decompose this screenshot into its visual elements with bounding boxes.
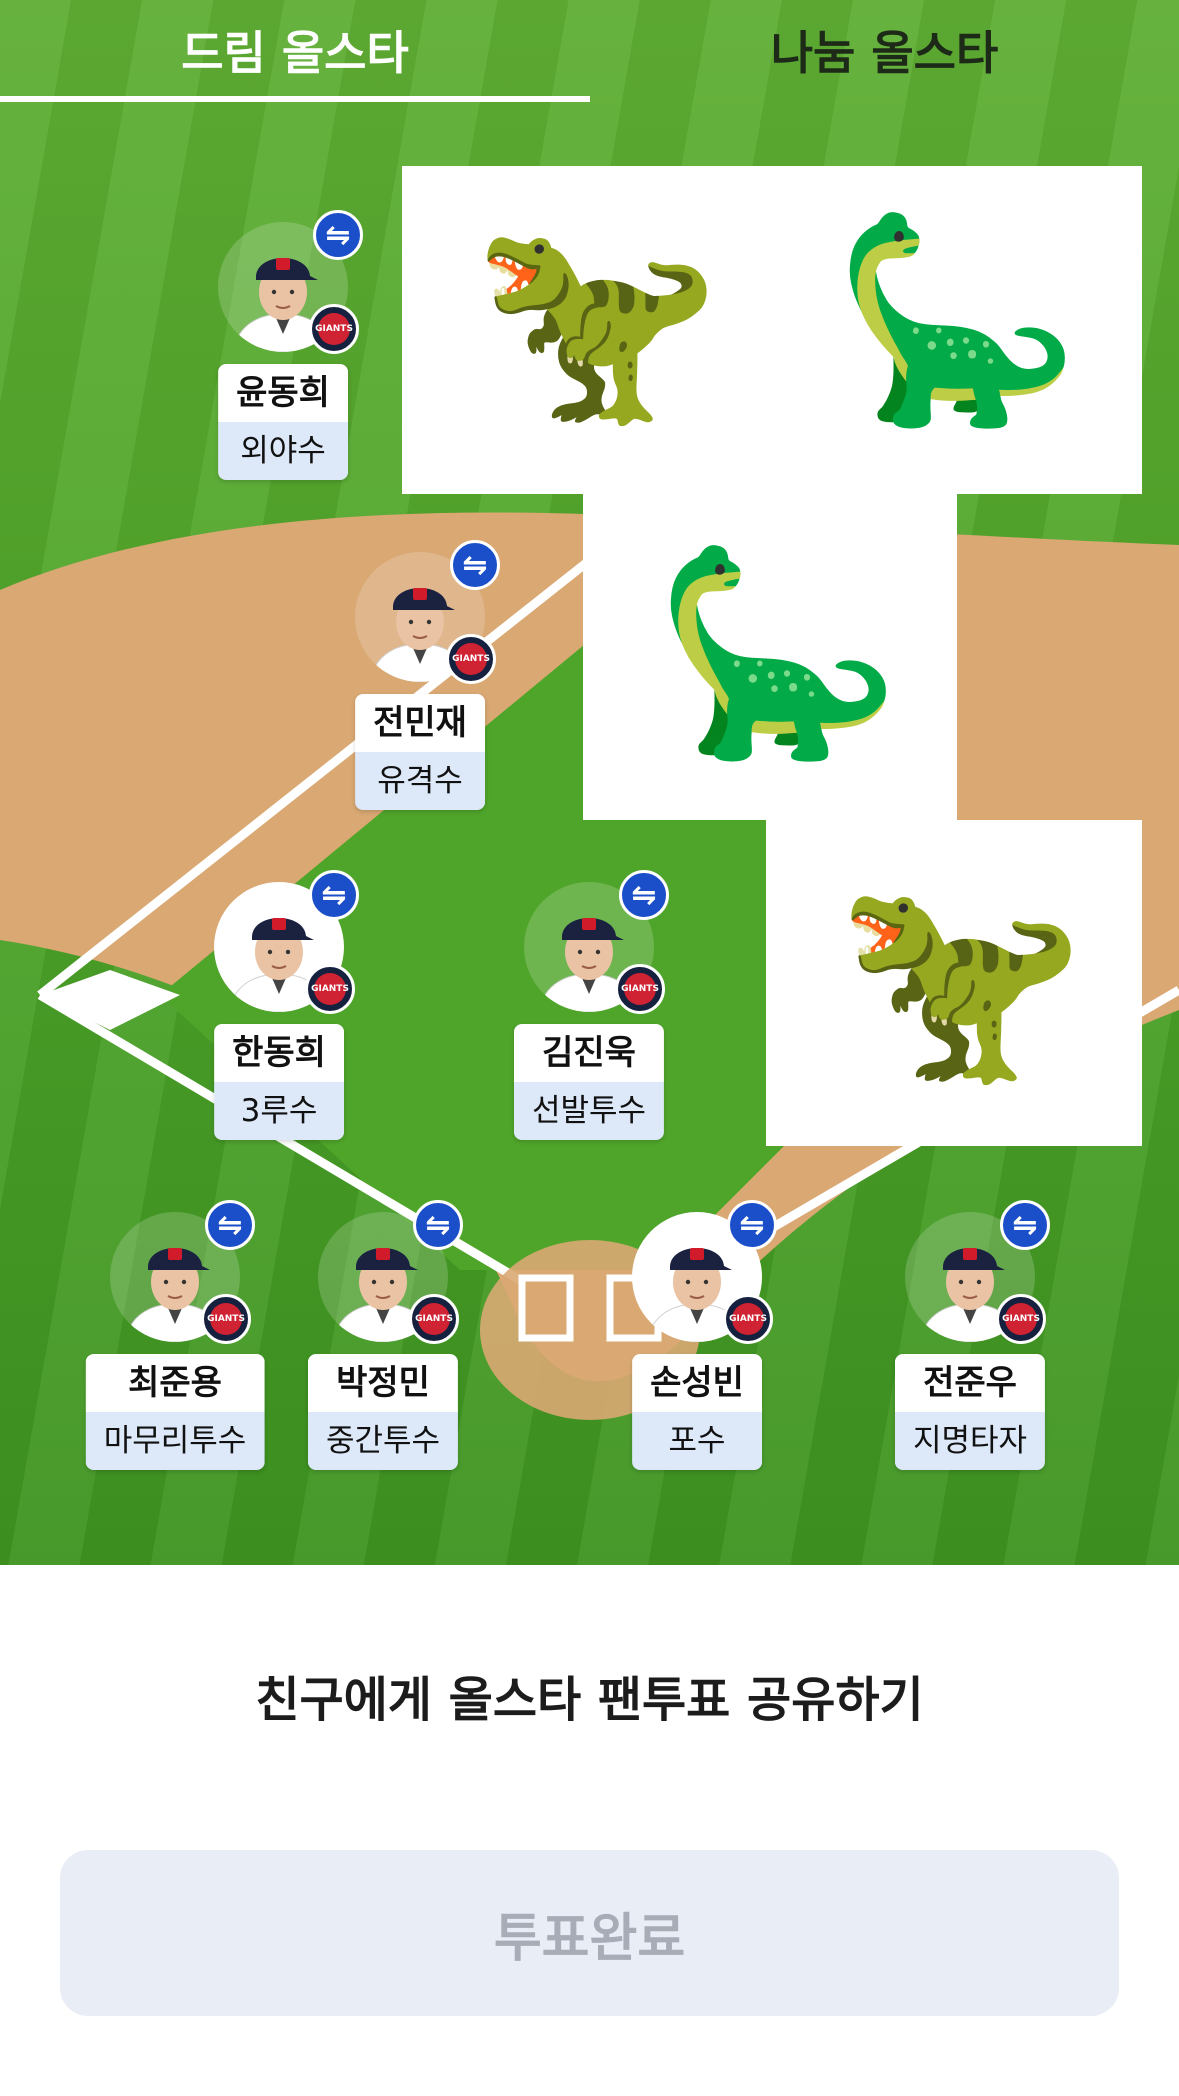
swap-icon[interactable]: ⇋ — [1000, 1200, 1050, 1250]
sauropod-icon: 🦕 — [832, 204, 1082, 437]
dino-card-bottom: 🦖 — [766, 820, 1142, 1146]
tab-dream-allstar[interactable]: 드림 올스타 — [0, 0, 590, 100]
giants-team-icon: GIANTS — [201, 1294, 251, 1344]
trex-icon: 🦖 — [836, 863, 1086, 1096]
player-label: 한동희 3루수 — [214, 1024, 344, 1140]
share-title: 친구에게 올스타 팬투표 공유하기 — [255, 1672, 924, 1728]
swap-icon[interactable]: ⇋ — [413, 1200, 463, 1250]
tab-share-allstar[interactable]: 나눔 올스타 — [590, 0, 1179, 100]
player-position: 유격수 — [355, 752, 485, 810]
swap-icon[interactable]: ⇋ — [205, 1200, 255, 1250]
player-name: 전준우 — [894, 1354, 1046, 1412]
player-label: 박정민 중간투수 — [307, 1354, 459, 1470]
giants-team-icon: GIANTS — [446, 634, 496, 684]
swap-icon[interactable]: ⇋ — [619, 870, 669, 920]
swap-icon[interactable]: ⇋ — [313, 210, 363, 260]
giants-team-icon: GIANTS — [309, 304, 359, 354]
giants-team-icon: GIANTS — [615, 964, 665, 1014]
player-name: 손성빈 — [632, 1354, 762, 1412]
player-name: 한동희 — [214, 1024, 344, 1082]
player-position: 마무리투수 — [85, 1412, 265, 1470]
player-name: 김진욱 — [513, 1024, 665, 1082]
giants-team-icon: GIANTS — [723, 1294, 773, 1344]
player-position: 포수 — [632, 1412, 762, 1470]
player-name: 윤동희 — [218, 364, 348, 422]
player-label: 김진욱 선발투수 — [513, 1024, 665, 1140]
trex-icon: 🦖 — [472, 204, 722, 437]
player-name: 박정민 — [307, 1354, 459, 1412]
active-tab-indicator — [0, 96, 590, 102]
swap-icon[interactable]: ⇋ — [450, 540, 500, 590]
swap-icon[interactable]: ⇋ — [727, 1200, 777, 1250]
player-position: 중간투수 — [307, 1412, 459, 1470]
player-label: 손성빈 포수 — [632, 1354, 762, 1470]
giants-team-icon: GIANTS — [409, 1294, 459, 1344]
player-name: 최준용 — [85, 1354, 265, 1412]
dino-card-top: 🦖 🦕 — [402, 166, 1142, 494]
giants-team-icon: GIANTS — [996, 1294, 1046, 1344]
dino-card-middle: 🦕 — [583, 494, 957, 820]
player-position: 지명타자 — [894, 1412, 1046, 1470]
vote-complete-button[interactable]: 투표완료 — [60, 1850, 1119, 2016]
swap-icon[interactable]: ⇋ — [309, 870, 359, 920]
player-label: 윤동희 외야수 — [218, 364, 348, 480]
player-label: 전준우 지명타자 — [894, 1354, 1046, 1470]
player-position: 외야수 — [218, 422, 348, 480]
player-position: 선발투수 — [513, 1082, 665, 1140]
player-position: 3루수 — [214, 1082, 344, 1140]
player-label: 최준용 마무리투수 — [85, 1354, 265, 1470]
sauropod-icon: 🦕 — [653, 537, 903, 770]
player-label: 전민재 유격수 — [355, 694, 485, 810]
giants-team-icon: GIANTS — [305, 964, 355, 1014]
player-name: 전민재 — [355, 694, 485, 752]
